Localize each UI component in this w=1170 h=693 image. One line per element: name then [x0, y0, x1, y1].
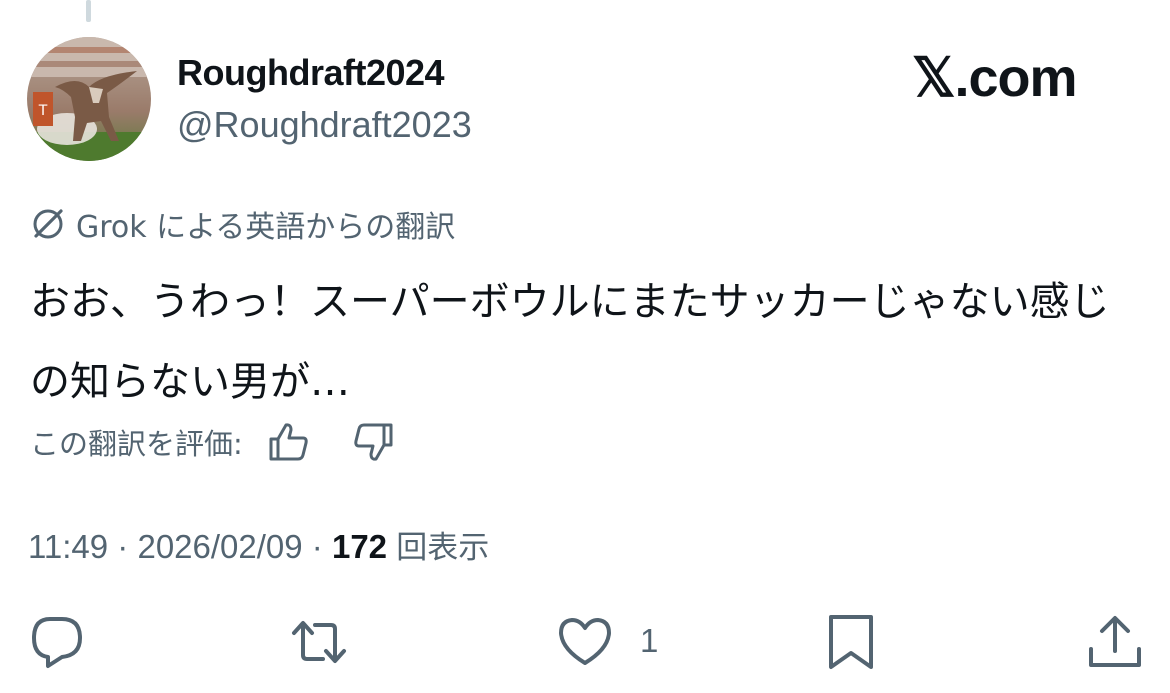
x-com-logo: 𝕏.com [912, 48, 1078, 108]
translation-source-label: Grok による英語からの翻訳 [28, 204, 456, 245]
grok-icon [33, 209, 63, 239]
views-label: 回表示 [396, 530, 490, 566]
meta-separator: · [108, 528, 138, 565]
reply-button[interactable] [28, 612, 88, 672]
share-button[interactable] [1086, 612, 1146, 672]
heart-icon [559, 618, 611, 665]
meta-separator: · [302, 528, 332, 565]
like-button[interactable] [556, 612, 616, 672]
reply-icon [32, 617, 82, 668]
avatar[interactable]: T [27, 37, 151, 161]
tweet-text: おお、うわっ！スーパーボウルにまたサッカーじゃない感じの知らない男が… [30, 279, 1110, 405]
thread-connector-line [86, 0, 91, 22]
share-icon [1089, 616, 1141, 667]
retweet-button[interactable] [290, 612, 350, 672]
tweet-date[interactable]: 2026/02/09 [137, 528, 302, 565]
retweet-icon [292, 621, 346, 663]
translation-label: Grok による英語からの翻訳 [76, 210, 456, 245]
rate-translation-row: この翻訳を評価: [30, 420, 435, 464]
longhorn-avatar-icon: T [27, 37, 151, 161]
svg-text:T: T [38, 103, 48, 119]
tweet-time[interactable]: 11:49 [28, 528, 108, 565]
author-handle[interactable]: @Roughdraft2023 [177, 104, 472, 146]
thumbs-down-icon[interactable] [351, 420, 395, 464]
tweet-meta: 11:49 · 2026/02/09 · 172 回表示 [28, 522, 489, 567]
thumbs-up-icon[interactable] [267, 420, 311, 464]
view-count: 172 [331, 528, 388, 565]
bookmark-button[interactable] [822, 612, 882, 672]
bookmark-icon [829, 615, 873, 669]
rate-translation-label: この翻訳を評価: [30, 427, 243, 461]
like-count: 1 [640, 622, 659, 659]
author-display-name[interactable]: Roughdraft2024 [177, 52, 445, 94]
